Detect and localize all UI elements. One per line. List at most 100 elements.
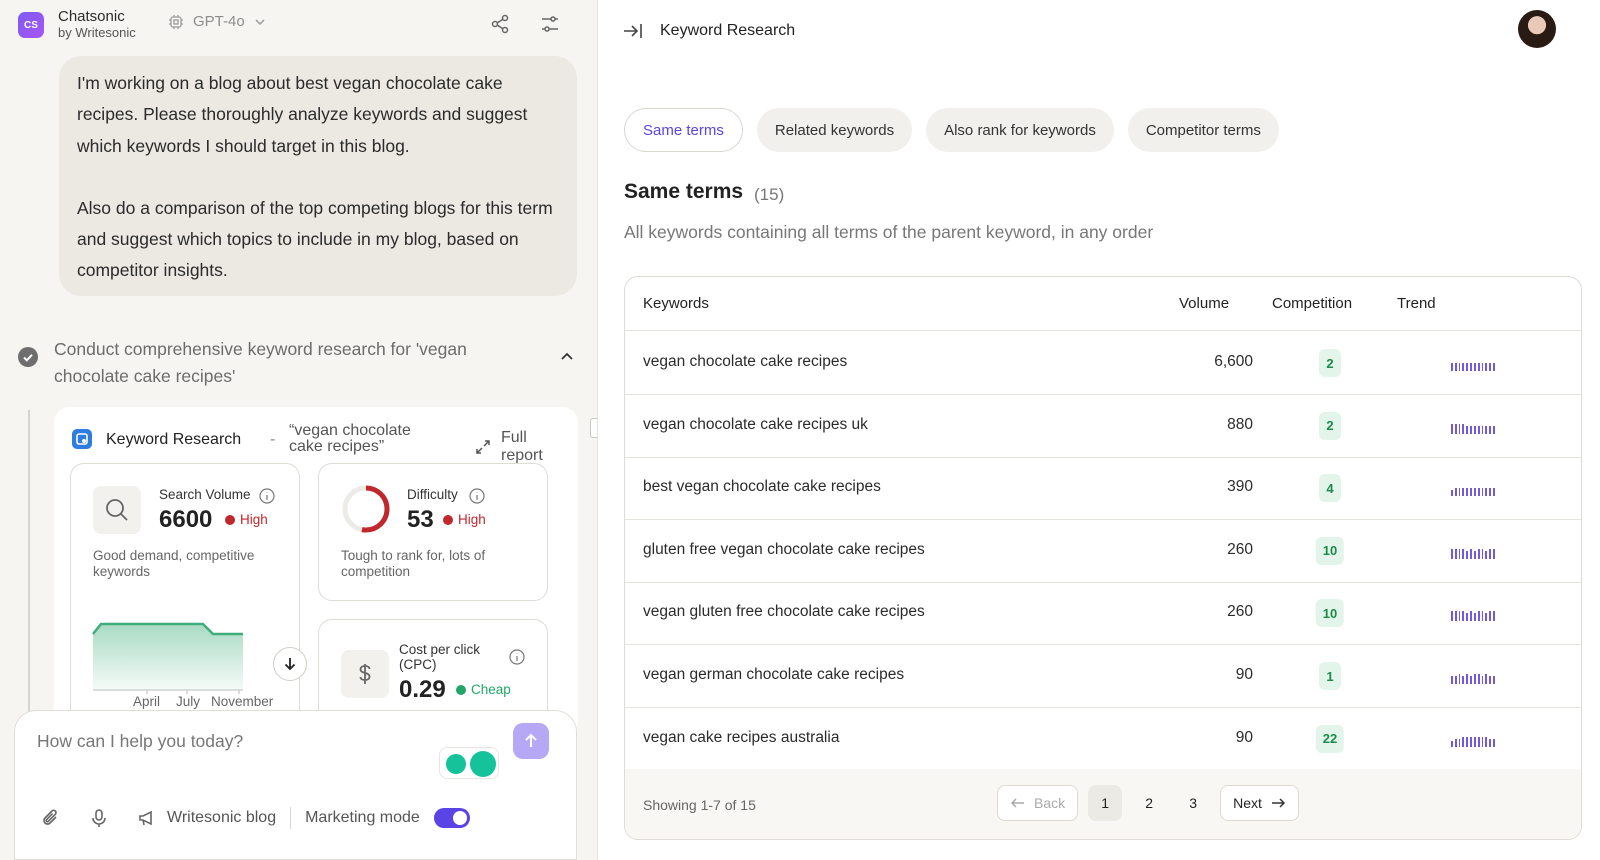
info-icon[interactable]	[469, 488, 485, 504]
share-icon[interactable]	[488, 12, 512, 36]
paperclip-icon[interactable]	[39, 806, 63, 830]
model-selector[interactable]: GPT-4o	[168, 13, 266, 30]
difficulty-level: High	[443, 512, 486, 527]
keyword-research-panel: Keyword Research Same terms Related keyw…	[598, 0, 1600, 860]
panel-title: Keyword Research	[660, 22, 796, 39]
trend-bar	[1470, 611, 1472, 622]
trend-bar	[1481, 363, 1484, 371]
competition-cell: 2	[1319, 411, 1341, 440]
full-report-button[interactable]: Full report	[474, 429, 562, 465]
tab-related-keywords[interactable]: Related keywords	[756, 108, 913, 152]
trend-sparkline	[1451, 733, 1495, 747]
table-row[interactable]: vegan chocolate cake recipes 6,600 2	[625, 331, 1581, 395]
send-button[interactable]	[513, 723, 549, 759]
competition-cell: 2	[1319, 349, 1341, 377]
pagination: Back 1 2 3 Next	[997, 785, 1299, 821]
trend-bar	[1458, 738, 1461, 747]
trend-bar	[1451, 548, 1453, 559]
section-count: (15)	[754, 185, 785, 204]
microphone-icon[interactable]	[87, 806, 111, 830]
search-volume-level-text: High	[240, 512, 268, 527]
table-row[interactable]: gluten free vegan chocolate cake recipes…	[625, 519, 1581, 583]
check-circle-icon	[18, 347, 38, 367]
table-row[interactable]: vegan german chocolate cake recipes 90 1	[625, 644, 1581, 708]
trend-bar	[1481, 676, 1484, 684]
trend-bar	[1462, 548, 1465, 559]
chat-header: CS Chatsonic by Writesonic GPT-4o	[0, 0, 597, 48]
next-button[interactable]: Next	[1220, 785, 1299, 821]
trend-bar	[1462, 488, 1465, 497]
trend-bar	[1462, 736, 1465, 747]
chip-icon	[168, 14, 184, 30]
page-3[interactable]: 3	[1176, 785, 1210, 821]
arrow-right-icon	[1271, 798, 1285, 808]
card-header: Keyword Research - “vegan chocolate cake…	[72, 423, 562, 465]
tab-same-terms[interactable]: Same terms	[624, 108, 743, 152]
trend-bar	[1470, 676, 1472, 684]
volume-cell: 90	[1235, 666, 1253, 683]
trend-bar	[1454, 548, 1457, 559]
grammarly-icon	[470, 751, 496, 777]
trend-bar	[1481, 736, 1484, 747]
trend-bar	[1466, 613, 1469, 622]
back-button[interactable]: Back	[997, 785, 1079, 821]
table-row[interactable]: vegan chocolate cake recipes uk 880 2	[625, 394, 1581, 458]
table-row[interactable]: best vegan chocolate cake recipes 390 4	[625, 456, 1581, 521]
writesonic-blog-button[interactable]: Writesonic blog	[137, 808, 276, 828]
next-label: Next	[1233, 795, 1262, 811]
trend-bar	[1462, 611, 1465, 622]
trend-bar	[1473, 363, 1476, 371]
table-row[interactable]: vegan gluten free chocolate cake recipes…	[625, 581, 1581, 646]
grammarly-widget[interactable]	[439, 747, 499, 779]
trend-bar	[1454, 738, 1457, 747]
trend-bar	[1470, 548, 1472, 559]
table-row[interactable]: vegan cake recipes australia 90 22	[625, 707, 1581, 771]
tab-also-rank-for[interactable]: Also rank for keywords	[926, 108, 1114, 152]
competition-badge: 4	[1319, 474, 1341, 503]
scroll-down-button[interactable]	[273, 647, 307, 681]
difficulty-label: Difficulty	[407, 487, 458, 502]
composer[interactable]: How can I help you today? Writesonic blo…	[14, 710, 577, 860]
thread-line	[28, 410, 30, 730]
trend-bar	[1485, 488, 1488, 497]
trend-bar	[1485, 674, 1488, 684]
competition-badge: 22	[1315, 724, 1345, 753]
arrow-up-icon	[525, 733, 537, 747]
info-icon[interactable]	[509, 649, 525, 665]
message-input[interactable]: How can I help you today?	[37, 731, 243, 752]
user-message-paragraph-2: Also do a comparison of the top competin…	[77, 197, 553, 281]
user-avatar[interactable]	[1518, 10, 1556, 48]
trend-bar	[1477, 611, 1480, 622]
marketing-mode-toggle[interactable]	[433, 808, 470, 828]
trend-bar	[1462, 676, 1465, 684]
trend-bar	[1473, 550, 1476, 559]
page-2[interactable]: 2	[1132, 785, 1166, 821]
page-1[interactable]: 1	[1088, 785, 1123, 821]
pane-resize-handle[interactable]	[590, 418, 597, 438]
chevron-up-icon[interactable]	[558, 348, 576, 366]
trend-bar	[1466, 363, 1469, 371]
trend-bar	[1458, 363, 1461, 371]
trend-bar	[1485, 550, 1488, 559]
search-volume-level: High	[225, 512, 268, 527]
trend-sparkline	[1451, 607, 1495, 622]
trend-bar	[1473, 613, 1476, 622]
difficulty-level-text: High	[458, 512, 486, 527]
competition-cell: 1	[1319, 662, 1341, 690]
info-icon[interactable]	[259, 488, 275, 504]
trend-bar	[1493, 676, 1495, 684]
search-volume-chart	[92, 622, 243, 694]
competition-badge: 2	[1319, 411, 1341, 440]
trend-bar	[1489, 738, 1492, 747]
trend-bar	[1466, 736, 1469, 747]
collapse-panel-icon[interactable]	[622, 20, 644, 42]
trend-bar	[1451, 490, 1453, 497]
settings-sliders-icon[interactable]	[538, 12, 562, 36]
tab-competitor-terms[interactable]: Competitor terms	[1127, 108, 1279, 152]
keyword-cell: vegan cake recipes australia	[643, 728, 840, 746]
trend-bar	[1458, 611, 1461, 622]
back-label: Back	[1034, 795, 1066, 811]
card-title-dash: -	[270, 431, 276, 448]
competition-badge: 1	[1319, 662, 1341, 690]
difficulty-ring	[342, 485, 390, 533]
